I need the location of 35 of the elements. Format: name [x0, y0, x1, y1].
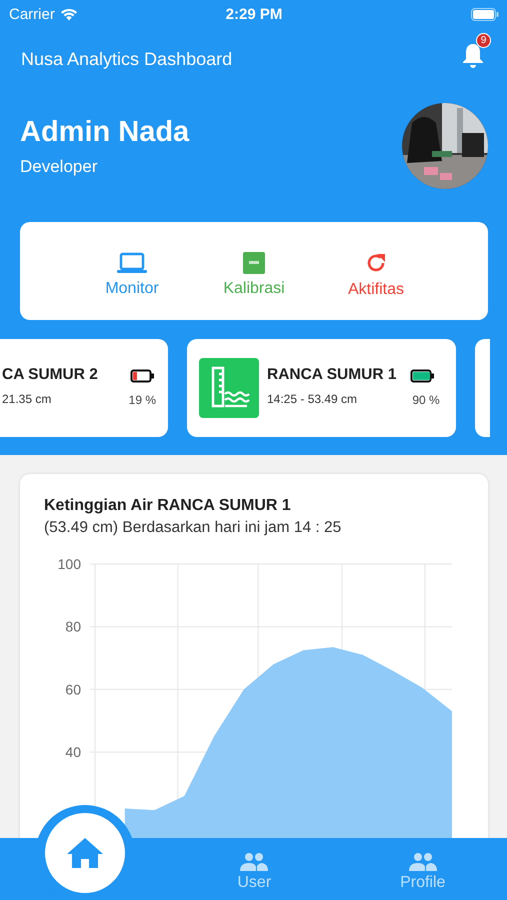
menu-button[interactable]: Aktifitas	[332, 251, 420, 299]
home-tab[interactable]	[45, 813, 125, 893]
axis-tick-label: 80	[65, 618, 81, 635]
station-name: CA SUMUR 2	[2, 366, 99, 384]
battery-percent: 90 %	[412, 393, 440, 407]
nav-tab[interactable]: Profile	[388, 851, 458, 900]
menu-button[interactable]: Monitor	[88, 252, 176, 298]
app-title: Nusa Analytics Dashboard	[21, 48, 232, 70]
clock-time: 2:29 PM	[226, 6, 282, 22]
nav-tab[interactable]: User	[219, 851, 290, 900]
station-card[interactable]: RANCA SUMUR 1 14:25 - 53.49 cm 90 %	[187, 339, 456, 437]
station-reading: 14:25 - 53.49 cm	[267, 392, 358, 406]
menu-button[interactable]: Kalibrasi	[210, 252, 298, 298]
people-icon	[408, 851, 437, 871]
chip-icon	[243, 252, 265, 274]
wifi-icon	[60, 8, 78, 20]
axis-tick-label: 60	[65, 681, 81, 698]
axis-tick-label: 100	[58, 556, 81, 572]
notification-badge: 9	[476, 33, 491, 48]
station-card[interactable]	[475, 339, 490, 437]
chart-title: Ketinggian Air RANCA SUMUR 1	[44, 497, 292, 515]
station-card[interactable]: CA SUMUR 2 21.35 cm 19 %	[0, 339, 168, 437]
water-level-icon	[199, 358, 259, 418]
battery-icon	[470, 8, 499, 20]
people-icon	[240, 851, 268, 871]
battery-percent: 19 %	[128, 393, 156, 407]
chart-subtitle: (53.49 cm) Berdasarkan hari ini jam 14 : 25	[44, 519, 342, 537]
carrier-label: Carrier	[9, 6, 55, 22]
user-name: Admin Nada	[20, 116, 190, 148]
station-name: RANCA SUMUR 1	[267, 366, 398, 384]
user-role: Developer	[20, 156, 98, 176]
axis-tick-label: 40	[65, 744, 81, 760]
laptop-icon	[117, 252, 147, 274]
notification-bell-icon[interactable]	[461, 42, 485, 70]
station-reading: 21.35 cm	[2, 392, 52, 406]
